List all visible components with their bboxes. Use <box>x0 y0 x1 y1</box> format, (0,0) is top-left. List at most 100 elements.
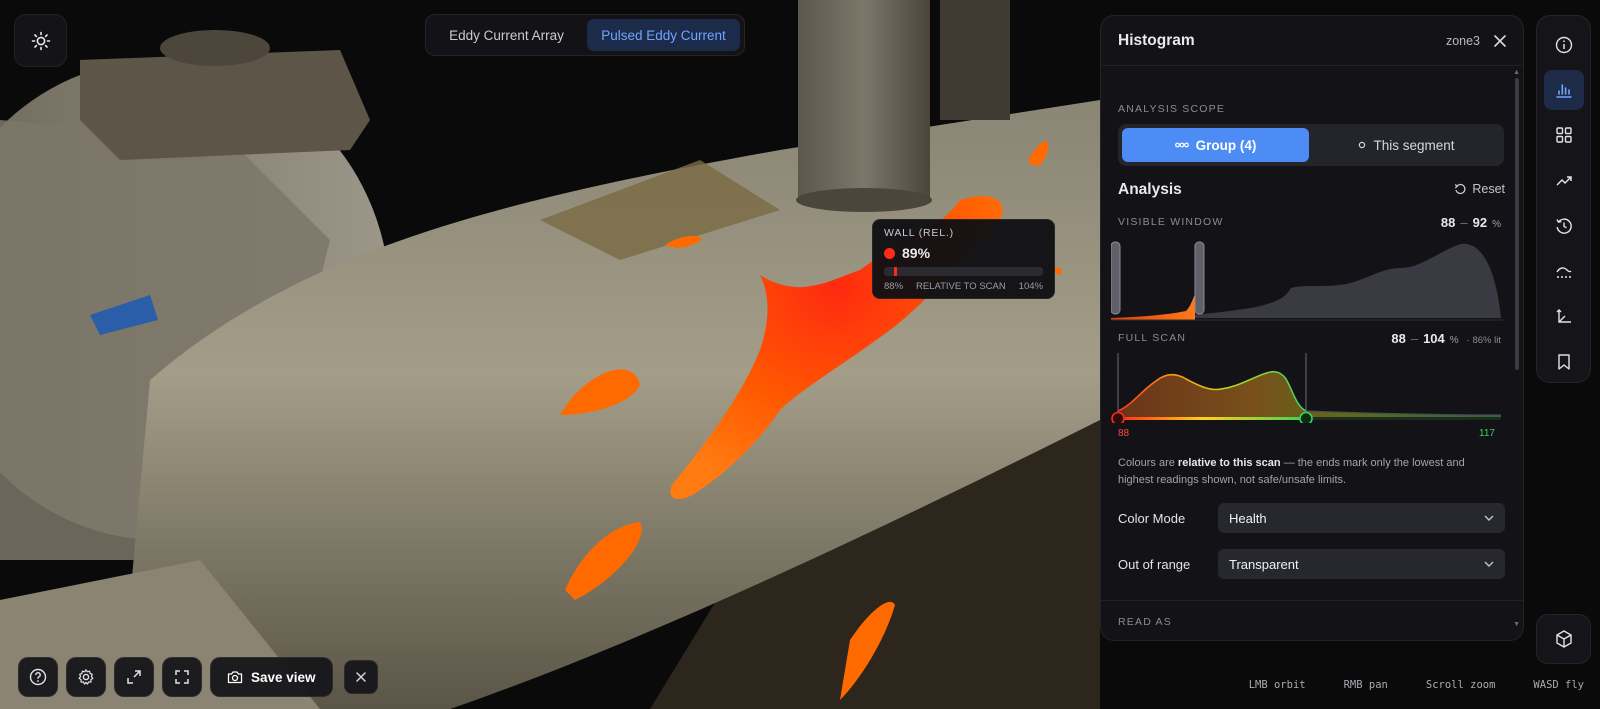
full-scan-scale-max: 117 <box>1479 428 1495 439</box>
bottom-toolbar: Save view <box>18 657 378 697</box>
sun-icon <box>31 31 50 50</box>
read-as-label: READ AS <box>1118 616 1172 628</box>
lighting-button[interactable] <box>14 14 67 67</box>
out-of-range-value: Transparent <box>1229 556 1299 572</box>
tool-axes[interactable] <box>1544 297 1584 336</box>
out-of-range-label: Out of range <box>1118 556 1191 572</box>
tooltip-color-dot <box>884 247 895 259</box>
grid-icon <box>1555 127 1572 144</box>
save-view-label: Save view <box>251 669 316 685</box>
visible-window-left-handle[interactable] <box>1111 241 1121 315</box>
scope-segment-option[interactable]: This segment <box>1313 128 1500 162</box>
tool-profile[interactable] <box>1544 252 1584 291</box>
tool-histogram[interactable] <box>1543 70 1584 110</box>
color-mode-label: Color Mode <box>1118 510 1186 526</box>
scope-group-option[interactable]: Group (4) <box>1122 128 1309 162</box>
expand-button[interactable] <box>114 657 154 697</box>
group-icon <box>1174 142 1189 148</box>
visible-window-range: 88 – 92 % <box>1440 215 1501 230</box>
histogram-panel: Histogram zone3 ▲ ▼ ANALYSIS SCOPE Group… <box>1100 15 1524 641</box>
full-scan-max-handle[interactable] <box>1299 411 1313 424</box>
tool-history[interactable] <box>1544 207 1584 246</box>
close-icon <box>1494 34 1506 47</box>
full-scan-label: FULL SCAN <box>1118 332 1187 344</box>
full-scan-min: 88 <box>1391 331 1406 346</box>
settings-button[interactable] <box>66 657 106 697</box>
visible-window-histogram[interactable] <box>1111 238 1511 322</box>
hint-zoom: Scroll zoom <box>1425 679 1496 691</box>
profile-icon <box>1555 266 1571 278</box>
full-scan-max: 104 <box>1423 331 1445 346</box>
full-scan-unit: % <box>1449 335 1459 346</box>
reset-icon <box>1455 183 1466 195</box>
inspection-mode-toggle: Eddy Current Array Pulsed Eddy Current <box>425 14 745 56</box>
full-scan-histogram[interactable] <box>1111 351 1511 423</box>
mode-pulsed-eddy-current[interactable]: Pulsed Eddy Current <box>587 19 740 51</box>
hint-fly: WASD fly <box>1533 679 1584 691</box>
gear-icon <box>78 669 94 685</box>
color-mode-row: Color Mode Health <box>1118 503 1505 533</box>
bookmark-icon <box>1557 354 1570 371</box>
visible-window-max: 92 <box>1472 215 1488 230</box>
tooltip-bar-marker <box>893 267 897 276</box>
reset-label: Reset <box>1472 182 1505 196</box>
tool-info[interactable] <box>1544 25 1584 64</box>
scope-group-label: Group (4) <box>1195 137 1257 153</box>
analysis-title: Analysis <box>1118 181 1182 198</box>
full-scan-min-handle[interactable] <box>1111 411 1125 424</box>
mode-eddy-current-array[interactable]: Eddy Current Array <box>430 19 583 51</box>
chevron-down-icon <box>1484 515 1494 521</box>
full-scan-range: 88 – 104 % · 86% lit <box>1391 331 1501 346</box>
tooltip-value: 89% <box>902 245 931 261</box>
camera-icon <box>227 671 243 684</box>
tool-bookmark[interactable] <box>1544 343 1584 382</box>
full-scan-scale-min: 88 <box>1118 428 1130 439</box>
right-toolbar <box>1536 15 1591 383</box>
reset-button[interactable]: Reset <box>1454 182 1505 196</box>
tool-grid[interactable] <box>1544 116 1584 155</box>
help-icon <box>29 668 47 686</box>
scroll-up-arrow[interactable]: ▲ <box>1513 69 1520 76</box>
out-of-range-select[interactable]: Transparent <box>1218 549 1505 579</box>
info-icon <box>1555 36 1572 53</box>
visible-window-unit: % <box>1492 219 1501 230</box>
color-mode-select[interactable]: Health <box>1218 503 1505 533</box>
save-view-button[interactable]: Save view <box>210 657 333 697</box>
tooltip-scale-min: 88% <box>884 281 904 292</box>
help-button[interactable] <box>18 657 58 697</box>
fullscreen-icon <box>175 670 189 684</box>
view-cube-button[interactable] <box>1536 614 1591 664</box>
visible-window-right-handle[interactable] <box>1194 241 1205 315</box>
tooltip-scale-max: 104% <box>1018 281 1043 292</box>
panel-title: Histogram <box>1118 31 1195 49</box>
zone-label: zone3 <box>1445 33 1480 48</box>
fullscreen-button[interactable] <box>162 657 202 697</box>
visible-window-min: 88 <box>1440 215 1456 230</box>
control-hints: LMB orbit RMB pan Scroll zoom WASD fly <box>1249 679 1584 691</box>
tool-trend[interactable] <box>1544 161 1584 200</box>
color-mode-value: Health <box>1229 510 1267 526</box>
close-panel-button[interactable] <box>1494 34 1506 47</box>
hint-orbit: LMB orbit <box>1248 679 1306 691</box>
colour-info-text: Colours are relative to this scan — the … <box>1118 457 1465 486</box>
trend-icon <box>1555 176 1572 186</box>
out-of-range-row: Out of range Transparent <box>1118 549 1505 579</box>
analysis-scope-label: ANALYSIS SCOPE <box>1118 103 1226 115</box>
wall-readout-tooltip: WALL (REL.) 89% 88% RELATIVE TO SCAN 104… <box>872 219 1055 299</box>
scope-segment-label: This segment <box>1373 137 1455 153</box>
hint-pan: RMB pan <box>1343 679 1388 691</box>
tooltip-scale-caption: RELATIVE TO SCAN <box>915 281 1006 292</box>
panel-header: Histogram zone3 <box>1101 16 1523 66</box>
histogram-icon <box>1555 84 1572 98</box>
dismiss-toolbar-button[interactable] <box>343 660 378 694</box>
segment-icon <box>1359 141 1366 149</box>
chevron-down-icon <box>1484 561 1494 567</box>
tooltip-label: WALL (REL.) <box>884 227 954 239</box>
close-icon <box>355 672 366 682</box>
full-scan-lit: · 86% lit <box>1466 335 1501 346</box>
scroll-down-arrow[interactable]: ▼ <box>1513 621 1520 628</box>
axes-icon <box>1556 308 1571 323</box>
cube-icon <box>1555 630 1572 648</box>
panel-scrollbar[interactable] <box>1515 78 1519 370</box>
tooltip-relative-bar <box>884 267 1043 276</box>
